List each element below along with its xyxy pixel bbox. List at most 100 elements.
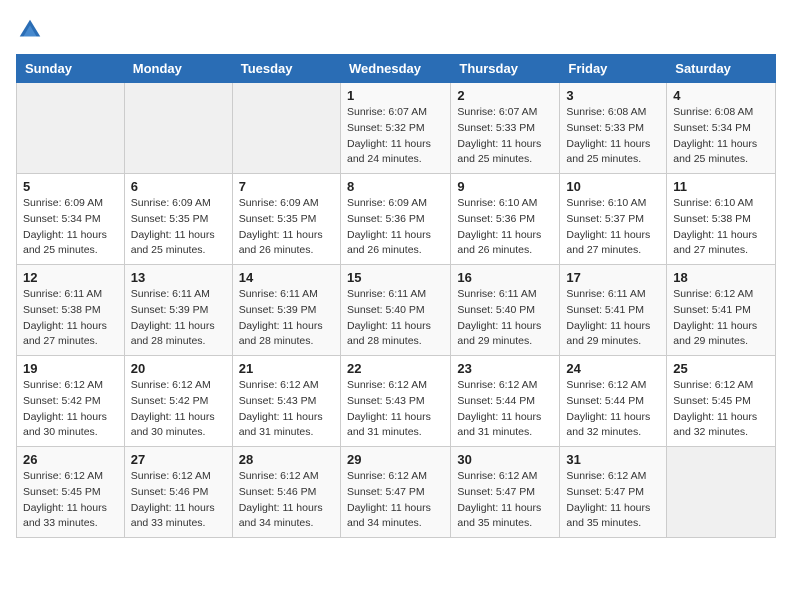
- day-info: Sunrise: 6:12 AM: [23, 378, 118, 394]
- day-number: 30: [457, 452, 553, 467]
- day-info: Sunrise: 6:12 AM: [23, 469, 118, 485]
- day-info: Daylight: 11 hours: [23, 228, 118, 244]
- day-info: Sunrise: 6:12 AM: [566, 378, 660, 394]
- day-info: Daylight: 11 hours: [347, 410, 444, 426]
- day-info: and 26 minutes.: [239, 243, 334, 259]
- day-info: Sunrise: 6:11 AM: [566, 287, 660, 303]
- day-number: 22: [347, 361, 444, 376]
- day-info: Sunset: 5:35 PM: [239, 212, 334, 228]
- day-info: Sunset: 5:41 PM: [673, 303, 769, 319]
- day-info: Daylight: 11 hours: [347, 137, 444, 153]
- day-number: 9: [457, 179, 553, 194]
- calendar-table: SundayMondayTuesdayWednesdayThursdayFrid…: [16, 54, 776, 538]
- day-info: Sunrise: 6:09 AM: [23, 196, 118, 212]
- day-info: Sunrise: 6:12 AM: [673, 287, 769, 303]
- calendar-cell: 3Sunrise: 6:08 AMSunset: 5:33 PMDaylight…: [560, 83, 667, 174]
- day-info: Sunset: 5:42 PM: [131, 394, 226, 410]
- day-number: 4: [673, 88, 769, 103]
- day-info: Sunset: 5:47 PM: [566, 485, 660, 501]
- day-info: Sunrise: 6:12 AM: [347, 469, 444, 485]
- day-info: Sunrise: 6:11 AM: [347, 287, 444, 303]
- day-info: Daylight: 11 hours: [457, 501, 553, 517]
- day-number: 16: [457, 270, 553, 285]
- day-info: Sunset: 5:44 PM: [566, 394, 660, 410]
- day-info: and 26 minutes.: [457, 243, 553, 259]
- day-number: 29: [347, 452, 444, 467]
- calendar-cell: [232, 83, 340, 174]
- day-number: 18: [673, 270, 769, 285]
- calendar-cell: [667, 447, 776, 538]
- day-number: 2: [457, 88, 553, 103]
- day-info: Daylight: 11 hours: [673, 319, 769, 335]
- day-info: and 25 minutes.: [673, 152, 769, 168]
- day-info: Daylight: 11 hours: [457, 228, 553, 244]
- day-info: Daylight: 11 hours: [23, 410, 118, 426]
- day-info: Daylight: 11 hours: [457, 137, 553, 153]
- calendar-cell: 17Sunrise: 6:11 AMSunset: 5:41 PMDayligh…: [560, 265, 667, 356]
- calendar-header-friday: Friday: [560, 55, 667, 83]
- day-info: Sunset: 5:47 PM: [457, 485, 553, 501]
- day-info: Sunset: 5:32 PM: [347, 121, 444, 137]
- day-info: and 31 minutes.: [239, 425, 334, 441]
- calendar-header-wednesday: Wednesday: [340, 55, 450, 83]
- day-info: Sunrise: 6:11 AM: [23, 287, 118, 303]
- calendar-week-row: 5Sunrise: 6:09 AMSunset: 5:34 PMDaylight…: [17, 174, 776, 265]
- day-info: Sunrise: 6:12 AM: [131, 378, 226, 394]
- day-info: Sunset: 5:33 PM: [457, 121, 553, 137]
- calendar-header-tuesday: Tuesday: [232, 55, 340, 83]
- day-info: Daylight: 11 hours: [23, 319, 118, 335]
- day-info: Sunset: 5:34 PM: [673, 121, 769, 137]
- day-info: Sunset: 5:45 PM: [673, 394, 769, 410]
- day-info: Daylight: 11 hours: [566, 410, 660, 426]
- day-info: Daylight: 11 hours: [566, 228, 660, 244]
- day-number: 19: [23, 361, 118, 376]
- day-info: Daylight: 11 hours: [673, 410, 769, 426]
- calendar-cell: 7Sunrise: 6:09 AMSunset: 5:35 PMDaylight…: [232, 174, 340, 265]
- calendar-cell: 2 Sunrise: 6:07 AMSunset: 5:33 PMDaylight…: [451, 83, 560, 174]
- day-info: Sunrise: 6:12 AM: [566, 469, 660, 485]
- day-number: 24: [566, 361, 660, 376]
- calendar-cell: 1Sunrise: 6:07 AMSunset: 5:32 PMDaylight…: [340, 83, 450, 174]
- day-info: Daylight: 11 hours: [673, 228, 769, 244]
- day-info: Sunrise: 6:10 AM: [566, 196, 660, 212]
- day-number: 14: [239, 270, 334, 285]
- day-info: and 29 minutes.: [673, 334, 769, 350]
- day-info: Sunset: 5:40 PM: [347, 303, 444, 319]
- day-number: 1: [347, 88, 444, 103]
- day-info: Daylight: 11 hours: [347, 319, 444, 335]
- calendar-cell: 9Sunrise: 6:10 AMSunset: 5:36 PMDaylight…: [451, 174, 560, 265]
- day-info: Sunset: 5:33 PM: [566, 121, 660, 137]
- day-info: Sunset: 5:40 PM: [457, 303, 553, 319]
- day-info: Sunrise: 6:12 AM: [457, 469, 553, 485]
- calendar-cell: 21Sunrise: 6:12 AMSunset: 5:43 PMDayligh…: [232, 356, 340, 447]
- day-number: 17: [566, 270, 660, 285]
- day-info: Daylight: 11 hours: [673, 137, 769, 153]
- day-info: Daylight: 11 hours: [566, 319, 660, 335]
- day-info: Sunrise: 6:10 AM: [673, 196, 769, 212]
- day-info: Daylight: 11 hours: [131, 319, 226, 335]
- calendar-cell: 13Sunrise: 6:11 AMSunset: 5:39 PMDayligh…: [124, 265, 232, 356]
- day-info: and 34 minutes.: [347, 516, 444, 532]
- calendar-cell: 8Sunrise: 6:09 AMSunset: 5:36 PMDaylight…: [340, 174, 450, 265]
- day-number: 5: [23, 179, 118, 194]
- day-info: and 29 minutes.: [457, 334, 553, 350]
- day-info: Sunset: 5:36 PM: [347, 212, 444, 228]
- day-info: Sunrise: 6:10 AM: [457, 196, 553, 212]
- day-number: 20: [131, 361, 226, 376]
- day-info: Sunrise: 6:07 AM: [457, 105, 553, 121]
- day-info: and 27 minutes.: [673, 243, 769, 259]
- day-info: and 30 minutes.: [23, 425, 118, 441]
- day-number: 7: [239, 179, 334, 194]
- day-info: Sunrise: 6:12 AM: [673, 378, 769, 394]
- day-info: Sunrise: 6:08 AM: [566, 105, 660, 121]
- day-number: 15: [347, 270, 444, 285]
- calendar-cell: 4Sunrise: 6:08 AMSunset: 5:34 PMDaylight…: [667, 83, 776, 174]
- day-info: Daylight: 11 hours: [131, 228, 226, 244]
- calendar-cell: 11Sunrise: 6:10 AMSunset: 5:38 PMDayligh…: [667, 174, 776, 265]
- day-info: and 33 minutes.: [131, 516, 226, 532]
- day-info: Sunset: 5:39 PM: [239, 303, 334, 319]
- day-number: 23: [457, 361, 553, 376]
- day-number: 25: [673, 361, 769, 376]
- calendar-cell: 22Sunrise: 6:12 AMSunset: 5:43 PMDayligh…: [340, 356, 450, 447]
- day-info: and 31 minutes.: [347, 425, 444, 441]
